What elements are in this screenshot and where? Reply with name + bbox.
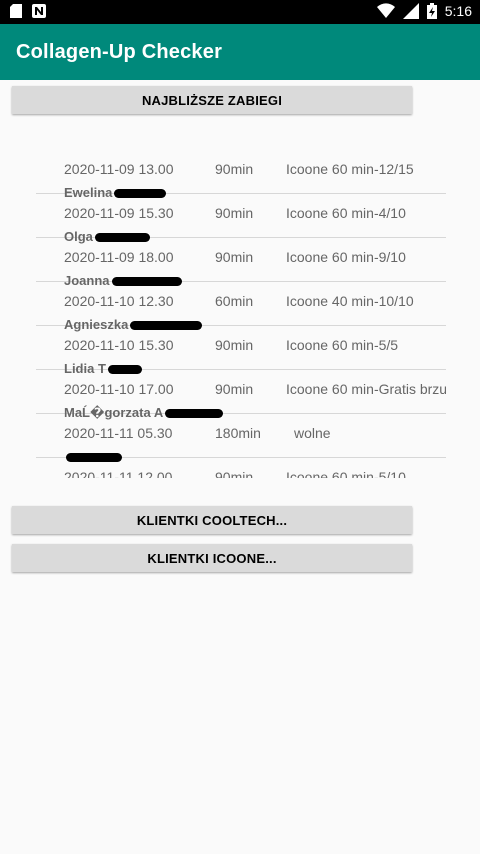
- appointment-date: 2020-11-09 15.30: [64, 205, 174, 221]
- appointment-description: Icoone 60 min-4/10: [286, 205, 406, 221]
- appointment-date: 2020-11-09 13.00: [64, 161, 174, 177]
- appointment-description: wolne: [294, 425, 331, 441]
- appointment-date: 2020-11-10 12.30: [64, 293, 174, 309]
- appointment-date: 2020-11-11 05.30: [64, 425, 173, 441]
- list-item[interactable]: 2020-11-09 13.00 90min Icoone 60 min-12/…: [36, 150, 446, 200]
- appointments-list[interactable]: 2020-11-09 13.00 90min Icoone 60 min-12/…: [36, 150, 446, 478]
- appointment-duration: 90min: [215, 249, 254, 265]
- list-item[interactable]: 2020-11-11 12.00 90min Icoone 60 min-5/1…: [36, 458, 446, 478]
- list-item[interactable]: 2020-11-10 17.00 90min Icoone 60 min-Gra…: [36, 370, 446, 420]
- list-item[interactable]: 2020-11-11 05.30 180min wolne: [36, 414, 446, 463]
- list-item[interactable]: 2020-11-09 15.30 90min Icoone 60 min-4/1…: [36, 194, 446, 244]
- list-item[interactable]: 2020-11-10 15.30 90min Icoone 60 min-5/5…: [36, 326, 446, 376]
- appointment-date: 2020-11-10 15.30: [64, 337, 174, 353]
- appointment-description: Icoone 60 min-5/5: [286, 337, 399, 353]
- app-bar: Collagen-Up Checker: [0, 24, 480, 80]
- clock: 5:16: [444, 3, 472, 19]
- appointment-duration: 90min: [215, 337, 254, 353]
- appointment-duration: 90min: [215, 205, 254, 221]
- appointment-date: 2020-11-11 12.00: [64, 469, 173, 478]
- wifi-icon: [376, 3, 395, 19]
- appointment-date: 2020-11-10 17.00: [64, 381, 174, 397]
- appointment-description: Icoone 60 min-12/15: [286, 161, 414, 177]
- n-notification-icon: [32, 4, 46, 18]
- appointment-duration: 60min: [215, 293, 254, 309]
- signal-icon: [402, 3, 419, 19]
- sd-card-icon: [10, 4, 22, 18]
- upcoming-treatments-button[interactable]: NAJBLIŻSZE ZABIEGI: [12, 86, 412, 114]
- list-item[interactable]: 2020-11-09 18.00 90min Icoone 60 min-9/1…: [36, 238, 446, 288]
- battery-charging-icon: [426, 3, 437, 19]
- appointment-duration: 90min: [215, 469, 254, 478]
- appointment-description: Icoone 60 min-9/10: [286, 249, 406, 265]
- status-bar: 5:16: [0, 0, 480, 24]
- list-item[interactable]: 2020-11-10 12.30 60min Icoone 40 min-10/…: [36, 282, 446, 332]
- appointment-duration: 90min: [215, 161, 254, 177]
- appointment-duration: 90min: [215, 381, 254, 397]
- icoone-clients-button[interactable]: KLIENTKI ICOONE...: [12, 544, 412, 572]
- appointment-date: 2020-11-09 18.00: [64, 249, 174, 265]
- appointment-description: Icoone 60 min-5/10: [286, 469, 406, 478]
- app-title: Collagen-Up Checker: [16, 41, 223, 63]
- appointment-duration: 180min: [215, 425, 261, 441]
- appointment-description: Icoone 40 min-10/10: [286, 293, 414, 309]
- cooltech-clients-button[interactable]: KLIENTKI COOLTECH...: [12, 506, 412, 534]
- appointment-description: Icoone 60 min-Gratis brzu: [286, 381, 446, 397]
